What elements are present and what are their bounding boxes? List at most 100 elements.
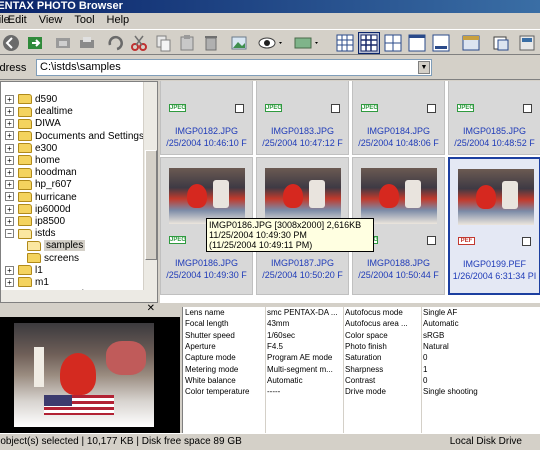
address-label: Address: [0, 62, 27, 74]
expand-icon[interactable]: +: [5, 155, 14, 165]
print-icon[interactable]: [76, 32, 98, 54]
tree-item-e300[interactable]: + e300: [5, 143, 57, 155]
thumbnail-item[interactable]: JPEG IMGP0183.JPG/25/2004 10:47:12 F: [256, 81, 349, 155]
expand-icon[interactable]: +: [5, 168, 14, 178]
tree-item-dealtime[interactable]: + dealtime: [5, 106, 73, 118]
tree-item-documents-and-settings[interactable]: + Documents and Settings: [5, 131, 144, 143]
exif-key: Capture mode: [185, 353, 236, 363]
close-icon[interactable]: ✕: [147, 303, 155, 314]
tree-item-hoodman[interactable]: + hoodman: [5, 167, 77, 179]
menu-view[interactable]: View: [37, 13, 65, 28]
select-checkbox[interactable]: [522, 237, 531, 246]
copy-icon[interactable]: [152, 32, 174, 54]
exif-value: -----: [267, 387, 281, 397]
thumbnail-date: 1/26/2004 6:31:34 PI: [452, 271, 537, 281]
exif-row: White balance Automatic Contrast 0: [183, 376, 540, 386]
tree-item-diwa[interactable]: + DIWA: [5, 118, 61, 130]
panel-icon[interactable]: [460, 32, 482, 54]
tree-item-istds[interactable]: − istds: [5, 228, 56, 240]
slideshow-icon[interactable]: [292, 32, 322, 54]
expand-icon[interactable]: +: [5, 277, 14, 287]
expand-icon[interactable]: +: [5, 94, 14, 104]
menu-tool[interactable]: Tool: [72, 13, 96, 28]
export-icon[interactable]: [490, 32, 512, 54]
tree-item-home[interactable]: + home: [5, 155, 60, 167]
exif-value: Single AF: [423, 308, 458, 317]
thumbnail-grid: JPEG IMGP0182.JPG/25/2004 10:46:10 F JPEG I…: [160, 81, 540, 303]
select-checkbox[interactable]: [427, 236, 436, 245]
exif-value: 0: [423, 375, 428, 385]
eye-icon[interactable]: [256, 32, 286, 54]
thumbnail-item[interactable]: PEF IMGP0199.PEF 1/26/2004 6:31:34 PI: [448, 157, 540, 295]
select-checkbox[interactable]: [331, 104, 340, 113]
tree-item-m1[interactable]: + m1: [5, 277, 49, 289]
address-dropdown-icon[interactable]: ▼: [418, 61, 430, 74]
expand-icon[interactable]: +: [5, 107, 14, 117]
select-checkbox[interactable]: [235, 104, 244, 113]
options-icon[interactable]: [516, 32, 538, 54]
thumbnail-item[interactable]: JPEG IMGP0182.JPG/25/2004 10:46:10 F: [160, 81, 253, 155]
folder-icon: [18, 179, 32, 190]
address-input[interactable]: C:\istds\samples ▼: [36, 59, 432, 76]
tree-item-d590[interactable]: + d590: [5, 94, 57, 106]
image-icon[interactable]: [228, 32, 250, 54]
tree-item-samples[interactable]: samples: [27, 240, 86, 252]
thumbnail-filename: IMGP0187.JPG: [270, 258, 335, 268]
thumbnail-filename: IMGP0183.JPG: [270, 126, 335, 136]
window-icon[interactable]: [406, 32, 428, 54]
folder-icon: [18, 94, 32, 105]
thumbnail-tooltip: IMGP0186.JPG [3008x2000] 2,616KB 11/25/2…: [206, 218, 374, 252]
exif-value: Automatic: [423, 319, 459, 329]
tree-item-l1[interactable]: + l1: [5, 265, 43, 277]
expand-icon[interactable]: +: [5, 180, 14, 190]
thumbnail-item[interactable]: JPEG IMGP0185.JPG/25/2004 10:48:52 F: [448, 81, 540, 155]
rotate-icon[interactable]: [104, 32, 126, 54]
delete-icon[interactable]: [200, 32, 222, 54]
expand-icon[interactable]: +: [5, 192, 14, 202]
paste-icon[interactable]: [176, 32, 198, 54]
tree-horizontal-scrollbar[interactable]: [1, 290, 145, 302]
expand-icon[interactable]: +: [5, 131, 14, 141]
grid-small-icon[interactable]: [334, 32, 356, 54]
expand-icon[interactable]: +: [5, 204, 14, 214]
cut-icon[interactable]: [128, 32, 150, 54]
copy-folder-icon[interactable]: [52, 32, 74, 54]
tree-item-label: samples: [44, 240, 86, 252]
expand-icon[interactable]: +: [5, 119, 14, 129]
tree-item-ip6000d[interactable]: + ip6000d: [5, 204, 71, 216]
toolbar: [0, 29, 540, 55]
exif-value: 0: [423, 353, 428, 363]
tooltip-line-2: 11/25/2004 10:49:30 PM: [209, 230, 307, 240]
select-checkbox[interactable]: [427, 104, 436, 113]
thumbnail-image: [265, 168, 341, 224]
thumbnail-item[interactable]: JPEG IMGP0184.JPG/25/2004 10:48:06 F: [352, 81, 445, 155]
tree-scrollbar[interactable]: [143, 82, 157, 302]
list-icon[interactable]: [430, 32, 452, 54]
tree-item-hurricane[interactable]: + hurricane: [5, 192, 77, 204]
exif-key: Focal length: [185, 319, 229, 329]
exif-key: Color space: [345, 330, 388, 340]
thumbnail-date: /25/2004 10:48:06 F: [358, 138, 439, 148]
address-bar: Address C:\istds\samples ▼: [0, 56, 540, 80]
tree-item-screens[interactable]: screens: [27, 253, 79, 265]
tooltip-line-1: IMGP0186.JPG [3008x2000] 2,616KB: [209, 220, 362, 230]
select-checkbox[interactable]: [523, 104, 532, 113]
exif-row: Metering mode Multi-segment m... Sharpness…: [183, 365, 540, 375]
grid-split-icon[interactable]: [382, 32, 404, 54]
back-icon[interactable]: [0, 32, 22, 54]
menu-help[interactable]: Help: [105, 13, 132, 28]
grid-large-icon[interactable]: [358, 32, 380, 54]
forward-icon[interactable]: [24, 32, 46, 54]
exif-key: Metering mode: [185, 364, 239, 374]
preview-pane: [0, 317, 180, 433]
collapse-icon[interactable]: −: [5, 229, 14, 239]
tree-item-hp-r607[interactable]: + hp_r607: [5, 179, 72, 191]
menu-edit[interactable]: Edit: [6, 13, 29, 28]
exif-value: 1: [423, 364, 428, 374]
tree-item-ip8500[interactable]: + ip8500: [5, 216, 65, 228]
tree-scroll-thumb[interactable]: [145, 150, 157, 260]
expand-icon[interactable]: +: [5, 216, 14, 226]
thumbnail-date: /25/2004 10:49:30 F: [166, 270, 247, 280]
expand-icon[interactable]: +: [5, 265, 14, 275]
expand-icon[interactable]: +: [5, 143, 14, 153]
